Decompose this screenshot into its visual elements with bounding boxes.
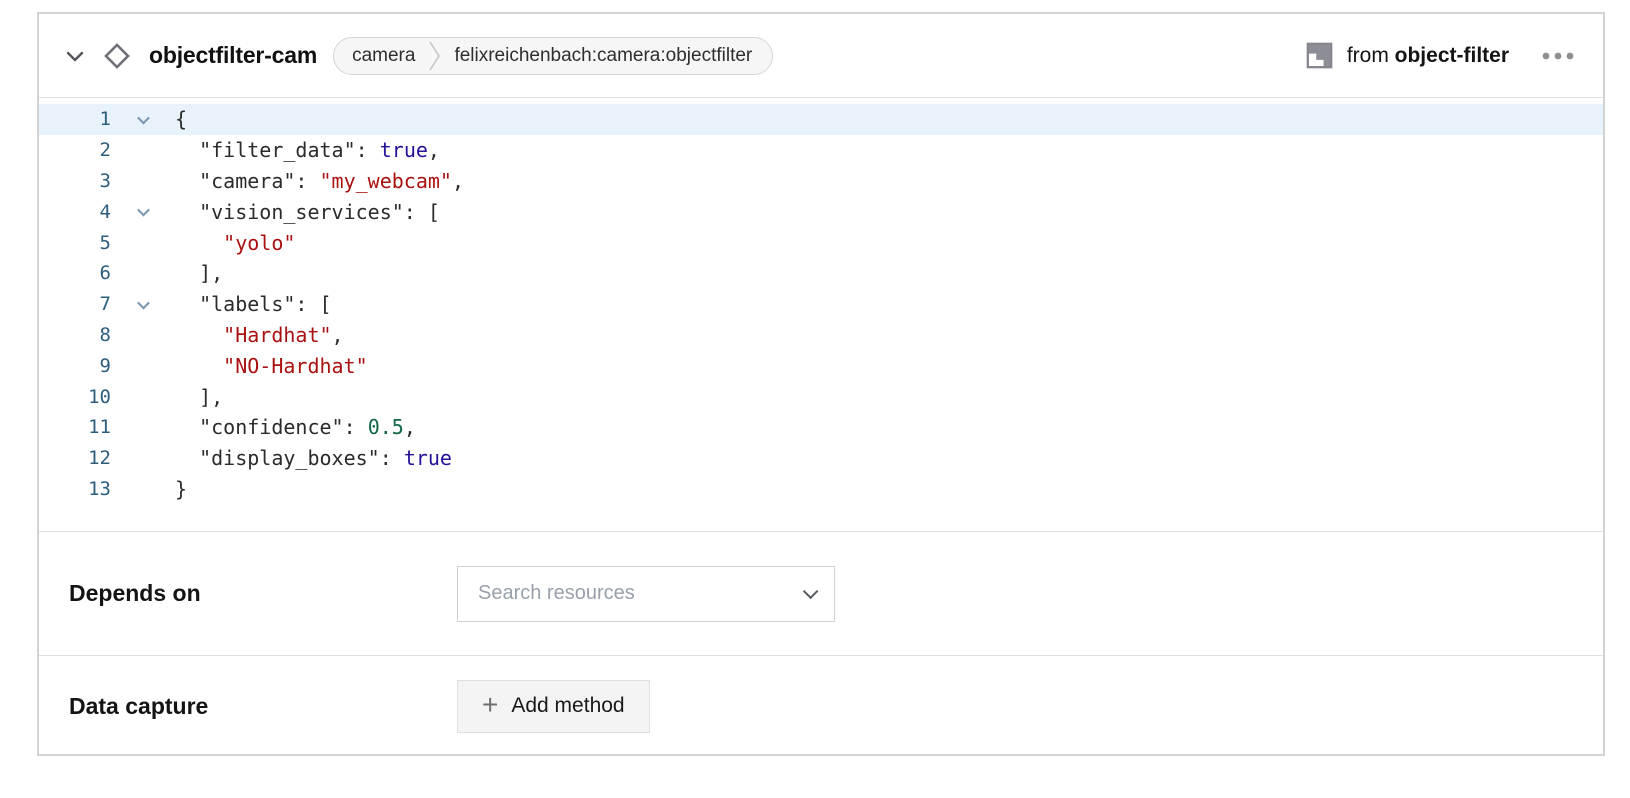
module-source-name: object-filter: [1395, 44, 1509, 67]
code-line-8[interactable]: 8 "Hardhat",: [39, 320, 1603, 351]
module-source-text: from object-filter: [1347, 44, 1509, 68]
add-method-button-label: Add method: [511, 694, 624, 718]
code-content: ],: [175, 385, 223, 409]
line-number: 10: [39, 386, 111, 408]
component-title: objectfilter-cam: [149, 42, 317, 69]
ellipsis-icon: [1542, 52, 1576, 60]
code-line-12[interactable]: 12 "display_boxes": true: [39, 443, 1603, 474]
code-line-6[interactable]: 6 ],: [39, 258, 1603, 289]
code-line-7[interactable]: 7 "labels": [: [39, 289, 1603, 320]
line-number: 8: [39, 324, 111, 346]
code-editor[interactable]: 1{2 "filter_data": true,3 "camera": "my_…: [39, 98, 1603, 532]
chevron-down-icon: [803, 584, 819, 600]
data-capture-label: Data capture: [69, 693, 457, 720]
line-number: 2: [39, 139, 111, 161]
code-line-9[interactable]: 9 "NO-Hardhat": [39, 350, 1603, 381]
module-source-prefix: from: [1347, 44, 1389, 67]
code-line-1[interactable]: 1{: [39, 104, 1603, 135]
fold-chevron-icon[interactable]: [111, 115, 175, 124]
code-content: "vision_services": [: [175, 200, 440, 224]
line-number: 4: [39, 201, 111, 223]
code-content: "Hardhat",: [175, 323, 344, 347]
depends-on-placeholder: Search resources: [478, 582, 635, 605]
depends-on-label: Depends on: [69, 580, 457, 607]
code-content: "filter_data": true,: [175, 138, 440, 162]
code-line-2[interactable]: 2 "filter_data": true,: [39, 135, 1603, 166]
component-diamond-icon: [99, 38, 135, 74]
code-content: "camera": "my_webcam",: [175, 169, 464, 193]
fold-chevron-icon[interactable]: [111, 300, 175, 309]
code-line-3[interactable]: 3 "camera": "my_webcam",: [39, 166, 1603, 197]
line-number: 1: [39, 108, 111, 130]
code-line-11[interactable]: 11 "confidence": 0.5,: [39, 412, 1603, 443]
code-content: "labels": [: [175, 292, 332, 316]
module-stairs-icon: [1306, 42, 1333, 69]
fold-chevron-icon[interactable]: [111, 207, 175, 216]
code-content: "yolo": [175, 231, 295, 255]
code-content: "display_boxes": true: [175, 446, 452, 470]
badge-model-label: felixreichenbach:camera:objectfilter: [454, 45, 752, 67]
code-line-4[interactable]: 4 "vision_services": [: [39, 196, 1603, 227]
plus-icon: +: [482, 691, 498, 719]
line-number: 12: [39, 447, 111, 469]
module-source: from object-filter: [1306, 42, 1509, 69]
code-line-13[interactable]: 13}: [39, 474, 1603, 505]
depends-on-section: Depends on Search resources: [39, 532, 1603, 656]
collapse-chevron-icon[interactable]: [61, 42, 89, 70]
line-number: 13: [39, 478, 111, 500]
line-number: 3: [39, 170, 111, 192]
code-content: }: [175, 477, 187, 501]
depends-on-select[interactable]: Search resources: [457, 566, 835, 622]
component-card-header: objectfilter-cam camera felixreichenbach…: [39, 14, 1603, 98]
code-line-10[interactable]: 10 ],: [39, 381, 1603, 412]
line-number: 5: [39, 232, 111, 254]
badge-chevron-separator-icon: [428, 39, 441, 73]
line-number: 6: [39, 262, 111, 284]
code-content: {: [175, 107, 187, 131]
component-type-badge: camera felixreichenbach:camera:objectfil…: [333, 37, 773, 75]
code-content: "NO-Hardhat": [175, 354, 368, 378]
component-card: objectfilter-cam camera felixreichenbach…: [37, 12, 1605, 756]
code-content: "confidence": 0.5,: [175, 415, 416, 439]
line-number: 9: [39, 355, 111, 377]
badge-type-label: camera: [352, 45, 415, 67]
line-number: 11: [39, 416, 111, 438]
line-number: 7: [39, 293, 111, 315]
add-method-button[interactable]: + Add method: [457, 680, 650, 733]
overflow-menu-button[interactable]: [1537, 40, 1581, 72]
code-content: ],: [175, 261, 223, 285]
data-capture-section: Data capture + Add method: [39, 656, 1603, 756]
code-line-5[interactable]: 5 "yolo": [39, 227, 1603, 258]
chevron-down-icon: [65, 50, 85, 62]
